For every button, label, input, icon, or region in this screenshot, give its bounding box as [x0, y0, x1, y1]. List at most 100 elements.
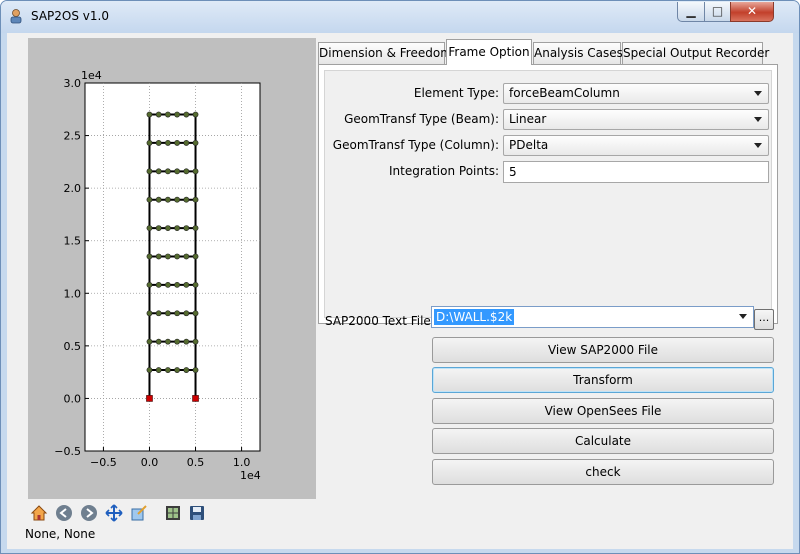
- element-type-label: Element Type:: [413, 86, 499, 100]
- view-sap2000-file-button[interactable]: View SAP2000 File: [432, 337, 774, 363]
- node-point: [146, 196, 153, 203]
- node-point: [192, 310, 199, 317]
- node-point: [183, 225, 190, 231]
- calculate-button[interactable]: Calculate: [432, 428, 774, 454]
- node-point: [164, 253, 171, 260]
- maximize-icon: □: [711, 4, 724, 18]
- minimize-button[interactable]: ▁: [677, 2, 705, 22]
- node-point: [183, 111, 190, 118]
- tab-frame-option[interactable]: Frame Option: [446, 39, 532, 65]
- button-label: View SAP2000 File: [547, 343, 658, 357]
- button-label: check: [585, 465, 621, 479]
- sap-file-select[interactable]: D:\WALL.$2k: [431, 306, 754, 328]
- node-point: [155, 111, 162, 118]
- y-tick-label: 1.0: [64, 287, 82, 300]
- close-button[interactable]: ✕: [730, 2, 774, 22]
- node-point: [192, 111, 199, 118]
- back-icon[interactable]: [55, 504, 73, 522]
- node-point: [183, 338, 190, 345]
- plot-panel: −0.5 0.0 0.5 1.0 −0.5 0.0 0.5 1.0 1.5 2.0 2.5 3.0 1e…: [28, 38, 316, 499]
- integration-points-input[interactable]: 5: [503, 161, 769, 183]
- y-tick-label: 0.5: [64, 340, 82, 353]
- node-point: [183, 168, 190, 175]
- geom-beam-value: Linear: [509, 112, 547, 126]
- save-icon[interactable]: [188, 504, 206, 522]
- main-window: SAP2OS v1.0 ▁ □ ✕ −0.5 0.0 0.5 1.0 −0.5 0.0 0.…: [0, 0, 800, 554]
- status-text: None, None: [25, 527, 96, 541]
- y-tick-label: 2.0: [64, 182, 82, 195]
- node-point: [192, 140, 199, 146]
- node-point: [146, 140, 153, 146]
- node-point: [192, 367, 199, 373]
- tab-special-output-recorder[interactable]: Special Output Recorder: [622, 42, 769, 64]
- support-node: [146, 395, 153, 402]
- app-icon: [10, 9, 22, 24]
- geom-beam-select[interactable]: Linear: [503, 109, 769, 130]
- geom-beam-label: GeomTransf Type (Beam):: [344, 112, 499, 126]
- chevron-down-icon: [739, 314, 747, 319]
- tab-dimension-freedom[interactable]: Dimension & Freedom: [318, 42, 452, 64]
- node-point: [155, 196, 162, 203]
- node-point: [164, 196, 171, 203]
- node-point: [174, 168, 181, 175]
- zoom-icon[interactable]: [130, 504, 148, 522]
- window-title: SAP2OS v1.0: [31, 9, 109, 23]
- frame-plot[interactable]: −0.5 0.0 0.5 1.0−0.50.00.51.01.52.02.53.01e…: [28, 38, 316, 499]
- node-point: [174, 253, 181, 260]
- node-point: [164, 367, 171, 373]
- y-tick-label: 0.0: [64, 392, 82, 405]
- node-point: [192, 253, 199, 260]
- title-bar[interactable]: SAP2OS v1.0 ▁ □ ✕: [1, 1, 799, 33]
- pan-icon[interactable]: [105, 504, 123, 522]
- home-icon[interactable]: [30, 504, 48, 522]
- browse-label: ...: [758, 311, 770, 324]
- tab-label: Analysis Cases: [534, 46, 623, 60]
- node-point: [192, 168, 199, 175]
- check-button[interactable]: check: [432, 459, 774, 485]
- y-tick-label: 3.0: [64, 77, 82, 90]
- x-tick-label: 0.5: [187, 456, 205, 469]
- subplot-config-icon[interactable]: [164, 504, 182, 522]
- node-point: [164, 338, 171, 345]
- element-type-select[interactable]: forceBeamColumn: [503, 83, 769, 104]
- x-tick-label: −0.5: [90, 456, 117, 469]
- maximize-button[interactable]: □: [704, 2, 731, 22]
- node-point: [164, 168, 171, 175]
- chevron-down-icon: [754, 117, 762, 122]
- node-point: [174, 310, 181, 317]
- frame-option-form: Element Type: forceBeamColumn GeomTransf…: [324, 70, 772, 318]
- node-point: [183, 281, 190, 288]
- node-point: [155, 168, 162, 175]
- tab-label: Dimension & Freedom: [319, 46, 452, 60]
- x-scale-label: 1e4: [240, 469, 261, 482]
- forward-icon[interactable]: [80, 504, 98, 522]
- node-point: [183, 310, 190, 317]
- node-point: [183, 196, 190, 203]
- node-point: [164, 140, 171, 146]
- geom-column-select[interactable]: PDelta: [503, 135, 769, 156]
- y-scale-label: 1e4: [81, 69, 102, 82]
- node-point: [146, 338, 153, 345]
- node-point: [192, 338, 199, 345]
- browse-button[interactable]: ...: [754, 309, 774, 330]
- y-tick-label: 1.5: [64, 235, 82, 248]
- view-opensees-file-button[interactable]: View OpenSees File: [432, 398, 774, 424]
- node-point: [164, 281, 171, 288]
- chevron-down-icon: [754, 91, 762, 96]
- node-point: [192, 281, 199, 288]
- node-point: [155, 253, 162, 260]
- node-point: [174, 281, 181, 288]
- node-point: [192, 196, 199, 203]
- transform-button[interactable]: Transform: [432, 367, 774, 393]
- support-node: [192, 395, 199, 402]
- integration-points-value: 5: [509, 165, 517, 179]
- integration-points-label: Integration Points:: [388, 164, 499, 178]
- x-tick-label: 0.0: [141, 456, 159, 469]
- chevron-down-icon: [754, 143, 762, 148]
- node-point: [174, 140, 181, 146]
- node-point: [146, 310, 153, 317]
- y-tick-label: 2.5: [64, 130, 82, 143]
- tab-analysis-cases[interactable]: Analysis Cases: [533, 42, 623, 64]
- node-point: [164, 111, 171, 118]
- client-area: −0.5 0.0 0.5 1.0 −0.5 0.0 0.5 1.0 1.5 2.0 2.5 3.0 1e…: [7, 33, 793, 549]
